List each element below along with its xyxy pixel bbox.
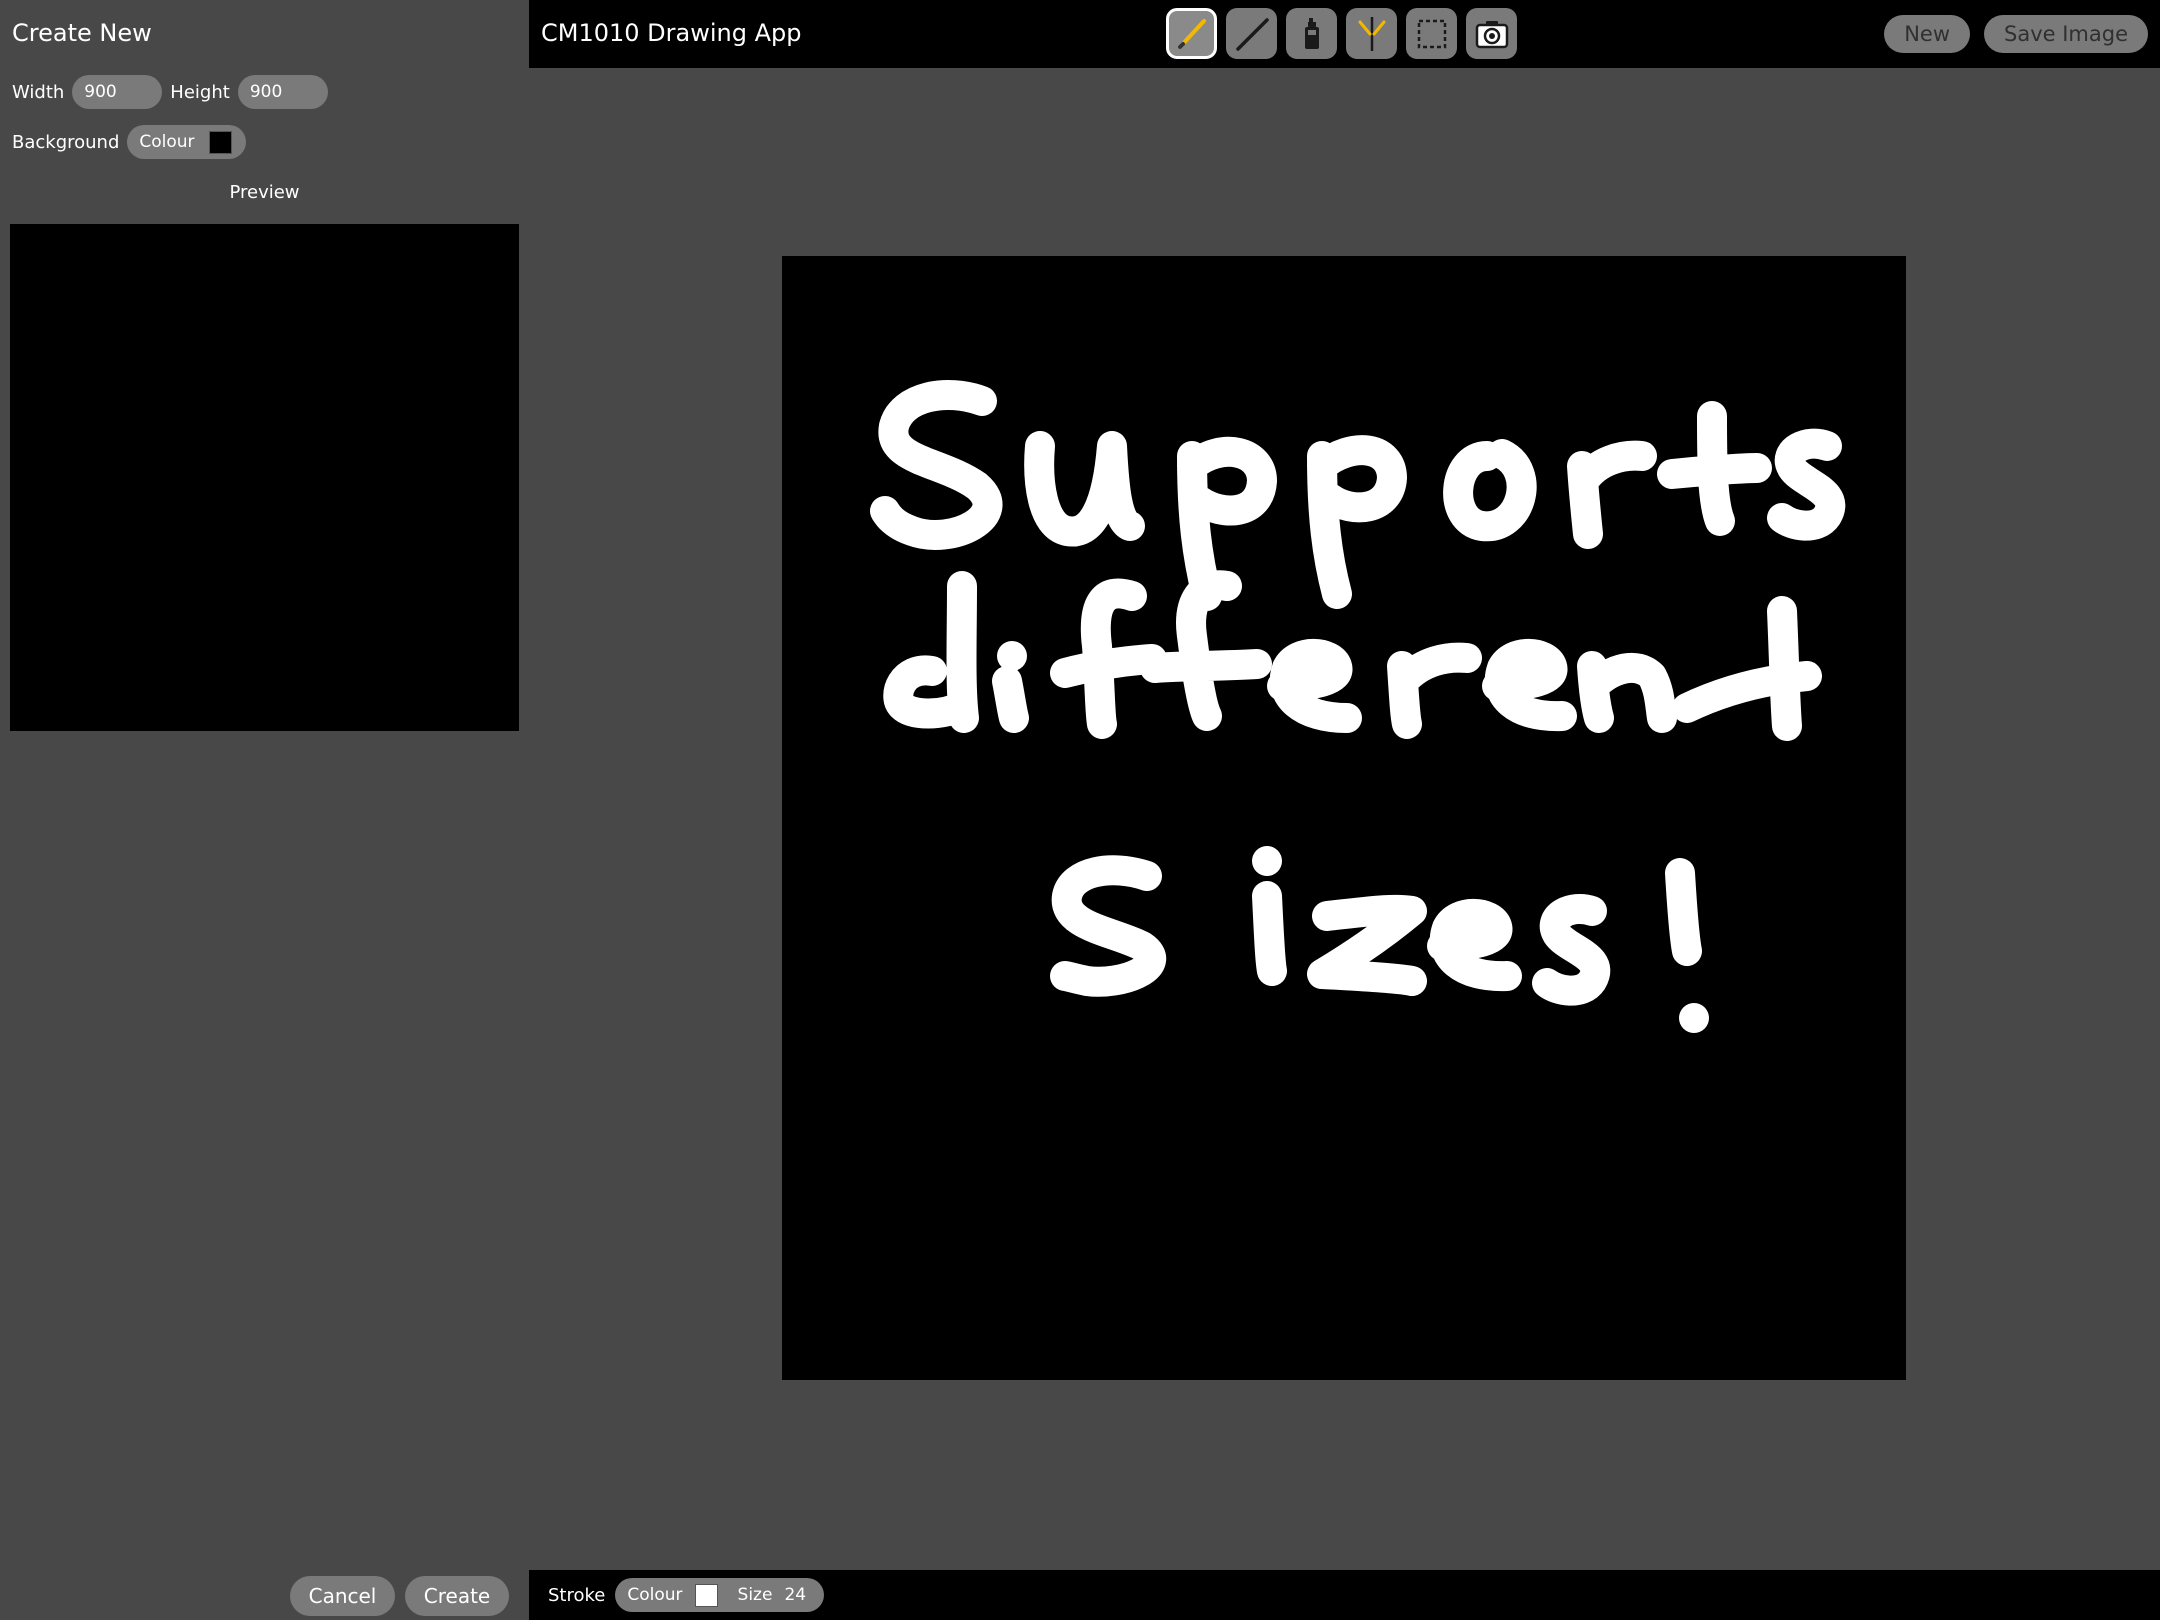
stroke-e1	[1267, 638, 1362, 733]
stroke-colour-label: Colour	[627, 1585, 683, 1605]
spraycan-icon	[1292, 14, 1332, 54]
stroke-e3	[1427, 898, 1522, 992]
width-label: Width	[12, 81, 65, 103]
camera-icon	[1472, 14, 1512, 54]
stroke-S	[870, 380, 1003, 550]
background-colour-picker[interactable]: Colour	[127, 125, 246, 159]
dot-exclaim	[1679, 1003, 1709, 1033]
line-tool-button[interactable]	[1226, 8, 1277, 59]
save-image-button[interactable]: Save Image	[1984, 15, 2148, 53]
stroke-s	[1767, 428, 1846, 541]
panel-title: Create New	[12, 19, 152, 47]
tool-bar	[1166, 8, 1517, 59]
create-button[interactable]: Create	[405, 1576, 509, 1616]
height-input[interactable]	[237, 75, 328, 109]
stroke-u	[1024, 431, 1145, 547]
pencil-icon	[1172, 14, 1212, 54]
stroke-colour-swatch[interactable]	[694, 1583, 718, 1607]
stroke-r2	[1387, 642, 1482, 739]
stroke-i1	[992, 666, 1029, 733]
dot-i1	[997, 641, 1027, 671]
top-actions: New Save Image	[1884, 15, 2148, 53]
stroke-z	[1307, 894, 1427, 996]
preview-label: Preview	[229, 182, 300, 203]
line-icon	[1232, 14, 1272, 54]
workspace	[529, 68, 2160, 1570]
selection-tool-button[interactable]	[1406, 8, 1457, 59]
height-label: Height	[170, 81, 230, 103]
preview-canvas	[10, 224, 519, 731]
stroke-size-label: Size	[737, 1585, 773, 1605]
app-title: CM1010 Drawing App	[541, 19, 802, 47]
dot-i2	[1252, 846, 1282, 876]
snapshot-tool-button[interactable]	[1466, 8, 1517, 59]
background-row: Background Colour	[12, 125, 246, 159]
stroke-label: Stroke	[548, 1584, 606, 1606]
stroke-s2	[1532, 894, 1611, 1006]
top-bar: CM1010 Drawing App New Save Image	[529, 0, 2160, 68]
stroke-settings[interactable]: Colour Size 24	[615, 1578, 825, 1612]
drawing-canvas[interactable]	[782, 256, 1906, 1380]
canvas-drawing	[870, 380, 1846, 1033]
stroke-p2	[1307, 435, 1407, 609]
stroke-size-value[interactable]: 24	[784, 1585, 806, 1605]
colour-label: Colour	[139, 132, 195, 152]
mirror-draw-icon	[1352, 14, 1392, 54]
width-input[interactable]	[72, 75, 163, 109]
cancel-button[interactable]: Cancel	[290, 1576, 395, 1616]
new-button[interactable]: New	[1884, 15, 1970, 53]
stroke-r	[1567, 440, 1657, 549]
spraycan-tool-button[interactable]	[1286, 8, 1337, 59]
stroke-f2	[1140, 570, 1272, 731]
selection-icon	[1412, 14, 1452, 54]
stroke-o	[1443, 439, 1537, 542]
stroke-t2	[1672, 596, 1822, 741]
stroke-d	[883, 571, 979, 733]
pencil-tool-button[interactable]	[1166, 8, 1217, 59]
stroke-t	[1657, 401, 1772, 536]
stroke-f1	[1050, 578, 1167, 739]
background-label: Background	[12, 131, 120, 153]
stroke-e2	[1482, 638, 1577, 732]
stroke-exclaim	[1665, 858, 1702, 966]
stroke-i2	[1252, 881, 1287, 986]
background-colour-swatch	[208, 130, 232, 154]
dimensions-row: Width Height	[12, 75, 328, 109]
stroke-n	[1577, 651, 1677, 733]
mirror-draw-tool-button[interactable]	[1346, 8, 1397, 59]
create-new-panel: Create New Width Height Background Colou…	[0, 0, 529, 1620]
stroke-S2	[1050, 855, 1166, 997]
stroke-bar: Stroke Colour Size 24	[529, 1570, 2160, 1620]
